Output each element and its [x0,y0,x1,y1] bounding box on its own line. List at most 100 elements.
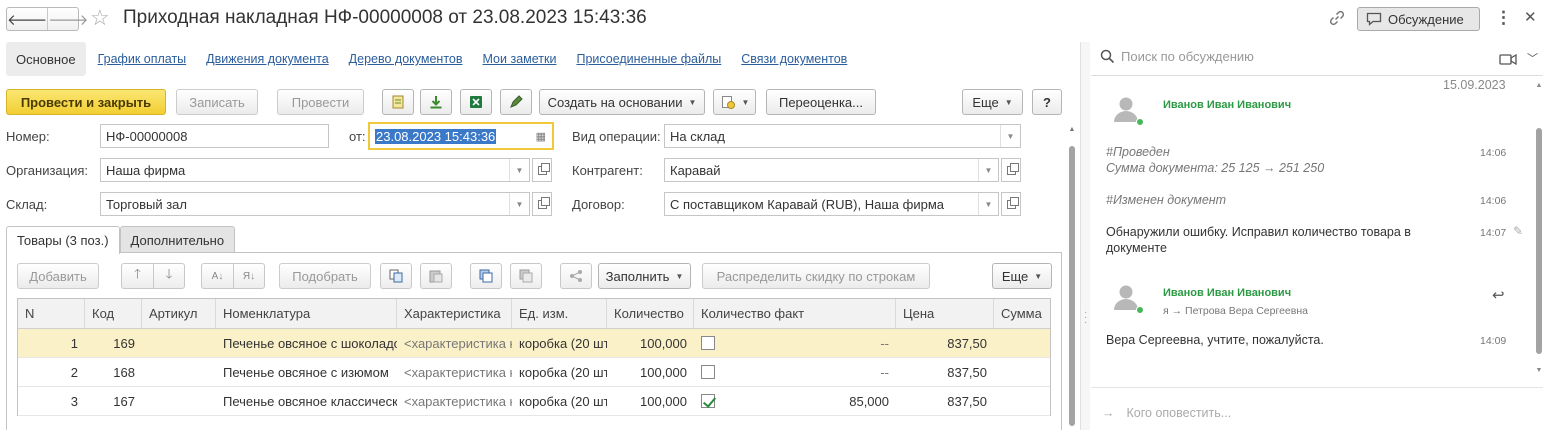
calendar-icon[interactable]: ▦ [536,130,546,143]
discussion-button[interactable]: Обсуждение [1357,7,1480,31]
tab-my-notes[interactable]: Мои заметки [483,52,557,66]
distribute-discount-button[interactable]: Распределить скидку по строкам [702,263,930,289]
revaluation-button[interactable]: Переоценка... [766,89,876,115]
more-button[interactable]: Еще ▼ [962,89,1023,115]
operation-value: На склад [670,128,725,144]
tab-document-links[interactable]: Связи документов [741,52,847,66]
column-header[interactable]: Артикул [142,299,216,328]
fill-button[interactable]: Заполнить ▼ [598,263,691,289]
forward-button[interactable]: 🡒 [47,8,88,30]
column-header[interactable]: N [18,299,85,328]
tab-main[interactable]: Основное [6,42,86,76]
create-based-on-button[interactable]: Создать на основании ▼ [539,89,705,115]
tab-additional[interactable]: Дополнительно [119,226,236,253]
tab-document-tree[interactable]: Дерево документов [349,52,463,66]
sort-desc-icon[interactable]: Я↓ [233,263,265,289]
open-organization-icon[interactable] [532,158,552,182]
pencil-icon[interactable]: ✎ [1513,224,1523,238]
report-menu-button[interactable]: ▼ [713,89,756,115]
message-author[interactable]: Иванов Иван Иванович [1163,287,1291,299]
video-icon[interactable] [1499,53,1517,66]
chevron-down-icon[interactable]: ▼ [978,193,998,215]
number-field[interactable]: НФ-00000008 [100,124,329,148]
cell-code: 168 [113,364,135,380]
scroll-thumb[interactable] [1536,128,1542,354]
panel-splitter[interactable]: · · · [1080,42,1090,430]
column-header[interactable]: Количество [607,299,694,328]
chevron-down-icon[interactable]: ▼ [978,159,998,181]
column-header[interactable]: Код [85,299,142,328]
contract-field[interactable]: С поставщиком Каравай (RUB), Наша фирма … [664,192,999,216]
pick-button[interactable]: Подобрать [279,263,371,289]
scroll-up-icon[interactable]: ▲ [1066,126,1078,133]
sort-asc-icon[interactable]: A↓ [201,263,233,289]
form-toolbar: Провести и закрыть Записать Провести Соз… [6,89,1066,115]
column-header[interactable]: Номенклатура [216,299,397,328]
open-contract-icon[interactable] [1001,192,1021,216]
table-row[interactable]: 1 169 Печенье овсяное с шоколадом <харак… [18,329,1050,358]
column-header[interactable]: Количество факт [694,299,896,328]
tab-payment-schedule[interactable]: График оплаты [98,52,187,66]
chevron-down-icon[interactable]: ▼ [509,159,529,181]
column-header[interactable]: Цена [896,299,994,328]
chevron-down-icon[interactable]: ﹀ [1527,50,1538,66]
discussion-scrollbar[interactable]: ▲ ▼ [1534,82,1544,374]
more-menu-icon[interactable]: ⋮ [1495,8,1512,28]
scroll-thumb[interactable] [1069,146,1075,426]
move-up-icon[interactable]: 🡑 [121,263,153,289]
close-icon[interactable]: ✕ [1524,8,1537,26]
notify-field[interactable]: → Кого оповестить... [1102,406,1231,420]
post-button[interactable]: Провести [277,89,364,115]
save-button[interactable]: Записать [176,89,258,115]
message-time: 14:09 [1480,335,1507,347]
link-icon[interactable] [1328,9,1346,27]
notify-input[interactable]: Кого оповестить... [1127,406,1232,420]
operation-select[interactable]: На склад ▼ [664,124,1021,148]
search-input[interactable]: Поиск по обсуждению [1121,49,1254,64]
back-button[interactable]: 🡐 [7,8,47,30]
tab-attached-files[interactable]: Присоединенные файлы [576,52,721,66]
cell-quantity-fact: -- [694,358,896,386]
table-more-button[interactable]: Еще ▼ [992,263,1052,289]
copy-rows-icon[interactable] [470,263,502,289]
add-row-button[interactable]: Добавить [17,263,99,289]
pen-icon[interactable] [500,89,532,115]
open-counterparty-icon[interactable] [1001,158,1021,182]
share-icon[interactable] [560,263,592,289]
column-header[interactable]: Характеристика [397,299,512,328]
column-header[interactable]: Ед. изм. [512,299,607,328]
drag-handle-icon[interactable]: · · · [1084,308,1087,328]
post-and-close-button[interactable]: Провести и закрыть [6,89,166,115]
move-down-icon[interactable]: 🡓 [153,263,185,289]
print-icon[interactable] [382,89,414,115]
chevron-down-icon[interactable]: ▼ [509,193,529,215]
excel-icon[interactable] [460,89,492,115]
message-author[interactable]: Иванов Иван Иванович [1163,99,1291,111]
discussion-search[interactable]: Поиск по обсуждению [1100,49,1254,64]
chevron-down-icon[interactable]: ▼ [1000,125,1020,147]
paste-icon[interactable] [420,263,452,289]
form-scrollbar[interactable]: ▲ [1066,126,1078,430]
scroll-down-icon[interactable]: ▼ [1534,367,1544,374]
star-icon[interactable]: ☆ [90,5,110,31]
copy-icon[interactable] [380,263,412,289]
fact-checkbox[interactable] [701,394,715,408]
open-warehouse-icon[interactable] [532,192,552,216]
warehouse-field[interactable]: Торговый зал ▼ [100,192,530,216]
column-header[interactable]: Сумма [994,299,1050,328]
organization-field[interactable]: Наша фирма ▼ [100,158,530,182]
scroll-up-icon[interactable]: ▲ [1534,82,1544,89]
reply-icon[interactable]: ↩ [1492,286,1505,304]
tab-goods[interactable]: Товары (3 поз.) [6,226,120,254]
help-button[interactable]: ? [1032,89,1062,115]
fact-checkbox[interactable] [701,365,715,379]
date-field[interactable]: 23.08.2023 15:43:36 ▦ [368,122,554,150]
tab-document-movements[interactable]: Движения документа [206,52,328,66]
counterparty-field[interactable]: Каравай ▼ [664,158,999,182]
system-tag: #Изменен документ [1106,193,1227,207]
download-icon[interactable] [420,89,452,115]
table-row[interactable]: 2 168 Печенье овсяное с изюмом <характер… [18,358,1050,387]
paste-rows-icon[interactable] [510,263,542,289]
fact-checkbox[interactable] [701,336,715,350]
table-row[interactable]: 3 167 Печенье овсяное классическое <хара… [18,387,1050,416]
